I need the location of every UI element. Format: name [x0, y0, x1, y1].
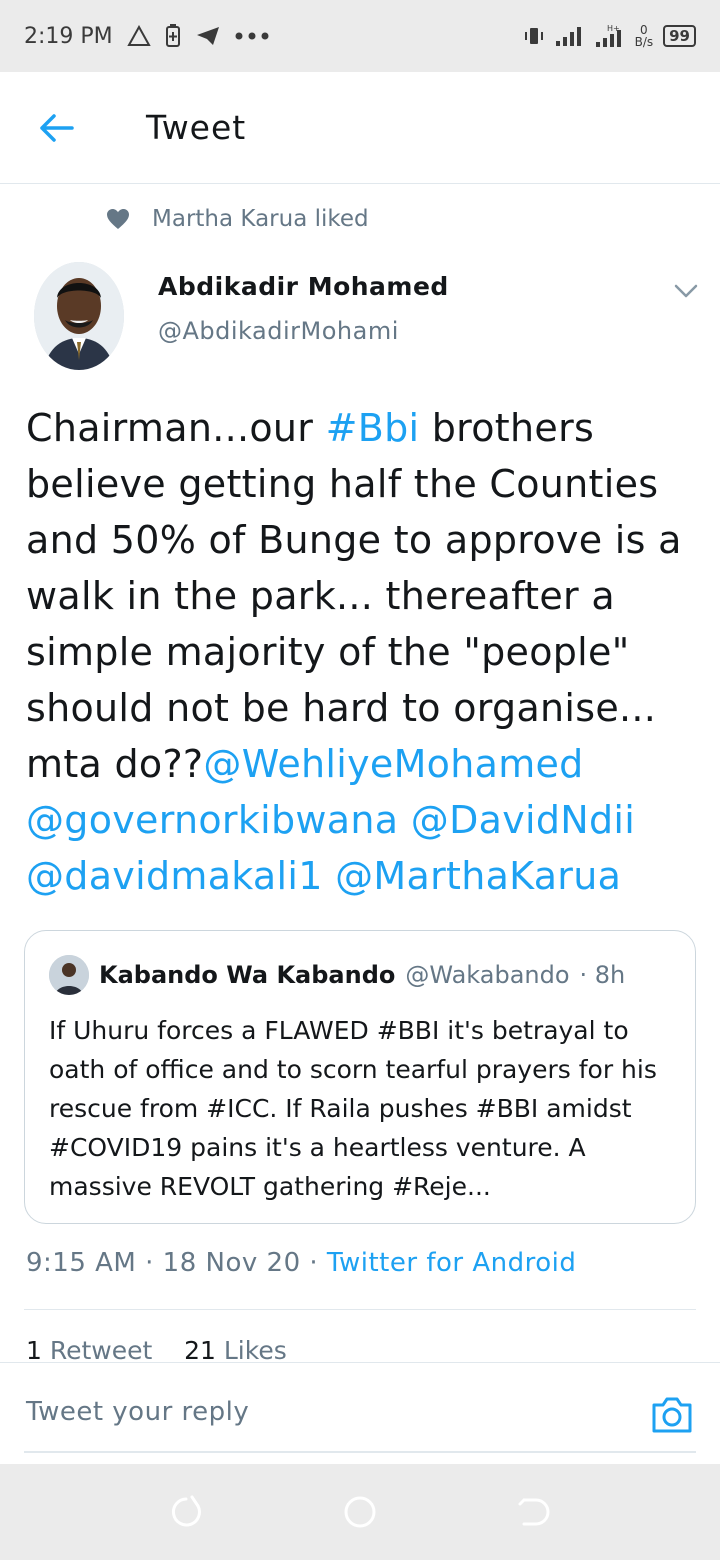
back-button[interactable]: [0, 72, 112, 184]
avatar[interactable]: [34, 262, 124, 370]
camera-button[interactable]: [650, 1395, 694, 1435]
tweet-date: 18 Nov 20: [162, 1248, 301, 1278]
author-name[interactable]: Abdikadir Mohamed: [158, 272, 449, 301]
page-title: Tweet: [146, 108, 247, 147]
camera-icon: [652, 1397, 692, 1433]
quoted-tweet[interactable]: Kabando Wa Kabando @Wakabando · 8h If Uh…: [24, 930, 696, 1224]
reply-input[interactable]: Tweet your reply: [26, 1397, 249, 1427]
divider: [24, 1309, 696, 1310]
net-speed: 0 B/s: [634, 23, 654, 49]
likes-count: 21: [184, 1336, 216, 1362]
reply-bar: Tweet your reply: [0, 1362, 720, 1464]
social-context[interactable]: Martha Karua liked: [106, 206, 369, 232]
heart-icon: [107, 209, 129, 229]
nav-back-button[interactable]: [516, 1494, 552, 1530]
more-notifications-icon: [235, 32, 269, 40]
quoted-author-handle: @Wakabando: [405, 961, 570, 989]
retweets-stat[interactable]: 1 Retweet: [26, 1336, 152, 1362]
system-nav-bar: [0, 1464, 720, 1560]
quoted-tweet-age: · 8h: [579, 961, 626, 989]
author-block[interactable]: Abdikadir Mohamed @AbdikadirMohami: [158, 272, 449, 345]
battery-saver-icon: [165, 24, 181, 48]
top-app-bar: Tweet: [0, 72, 720, 184]
signal-hplus-icon: H+: [595, 24, 625, 48]
quoted-tweet-header: Kabando Wa Kabando @Wakabando · 8h: [49, 955, 625, 995]
arrow-left-icon: [40, 113, 74, 142]
likes-label: Likes: [223, 1336, 287, 1362]
tweet-text-part: Chairman...our: [26, 406, 326, 450]
mention-link[interactable]: @governorkibwana: [26, 798, 398, 842]
signal-icon: [555, 25, 585, 47]
nav-home-button[interactable]: [342, 1494, 378, 1530]
mention-link[interactable]: @DavidNdii: [411, 798, 635, 842]
reply-underline: [24, 1451, 696, 1453]
nav-recents-button[interactable]: [168, 1494, 204, 1530]
tweet-source-link[interactable]: Twitter for Android: [327, 1248, 576, 1278]
more-options-button[interactable]: [672, 280, 700, 302]
vibrate-icon: [523, 26, 545, 46]
quoted-author-name: Kabando Wa Kabando: [99, 961, 396, 989]
home-circle-icon: [344, 1496, 376, 1528]
avatar-portrait: [34, 262, 124, 370]
status-time: 2:19 PM: [24, 23, 113, 49]
tweet-stats: 1 Retweet 21 Likes: [26, 1336, 287, 1362]
back-curve-icon: [518, 1498, 550, 1526]
mention-link[interactable]: @MarthaKarua: [335, 854, 621, 898]
tweet-text: Chairman...our #Bbi brothers believe get…: [26, 400, 696, 904]
chevron-down-icon: [674, 284, 698, 298]
likes-stat[interactable]: 21 Likes: [184, 1336, 287, 1362]
retweets-count: 1: [26, 1336, 42, 1362]
tweet-text-part: brothers believe getting half the Counti…: [26, 406, 682, 786]
recents-icon: [171, 1495, 201, 1527]
quoted-tweet-text: If Uhuru forces a FLAWED #BBI it's betra…: [49, 1016, 657, 1201]
hashtag-link[interactable]: #Bbi: [326, 406, 420, 450]
telegram-icon: [195, 25, 221, 47]
svg-text:H+: H+: [607, 24, 620, 33]
mention-link[interactable]: @davidmakali1: [26, 854, 323, 898]
mention-link[interactable]: @WehliyeMohamed: [203, 742, 583, 786]
battery-indicator: 99: [663, 25, 696, 47]
quoted-avatar: [49, 955, 89, 995]
tweet-time: 9:15 AM: [26, 1248, 137, 1278]
tweet-meta: 9:15 AM · 18 Nov 20 · Twitter for Androi…: [26, 1248, 577, 1278]
retweets-label: Retweet: [49, 1336, 153, 1362]
author-handle[interactable]: @AbdikadirMohami: [158, 317, 449, 345]
alert-icon: [126, 25, 151, 47]
status-bar: 2:19 PM H+ 0 B/s 99: [0, 0, 720, 72]
social-context-text: Martha Karua liked: [152, 206, 369, 232]
